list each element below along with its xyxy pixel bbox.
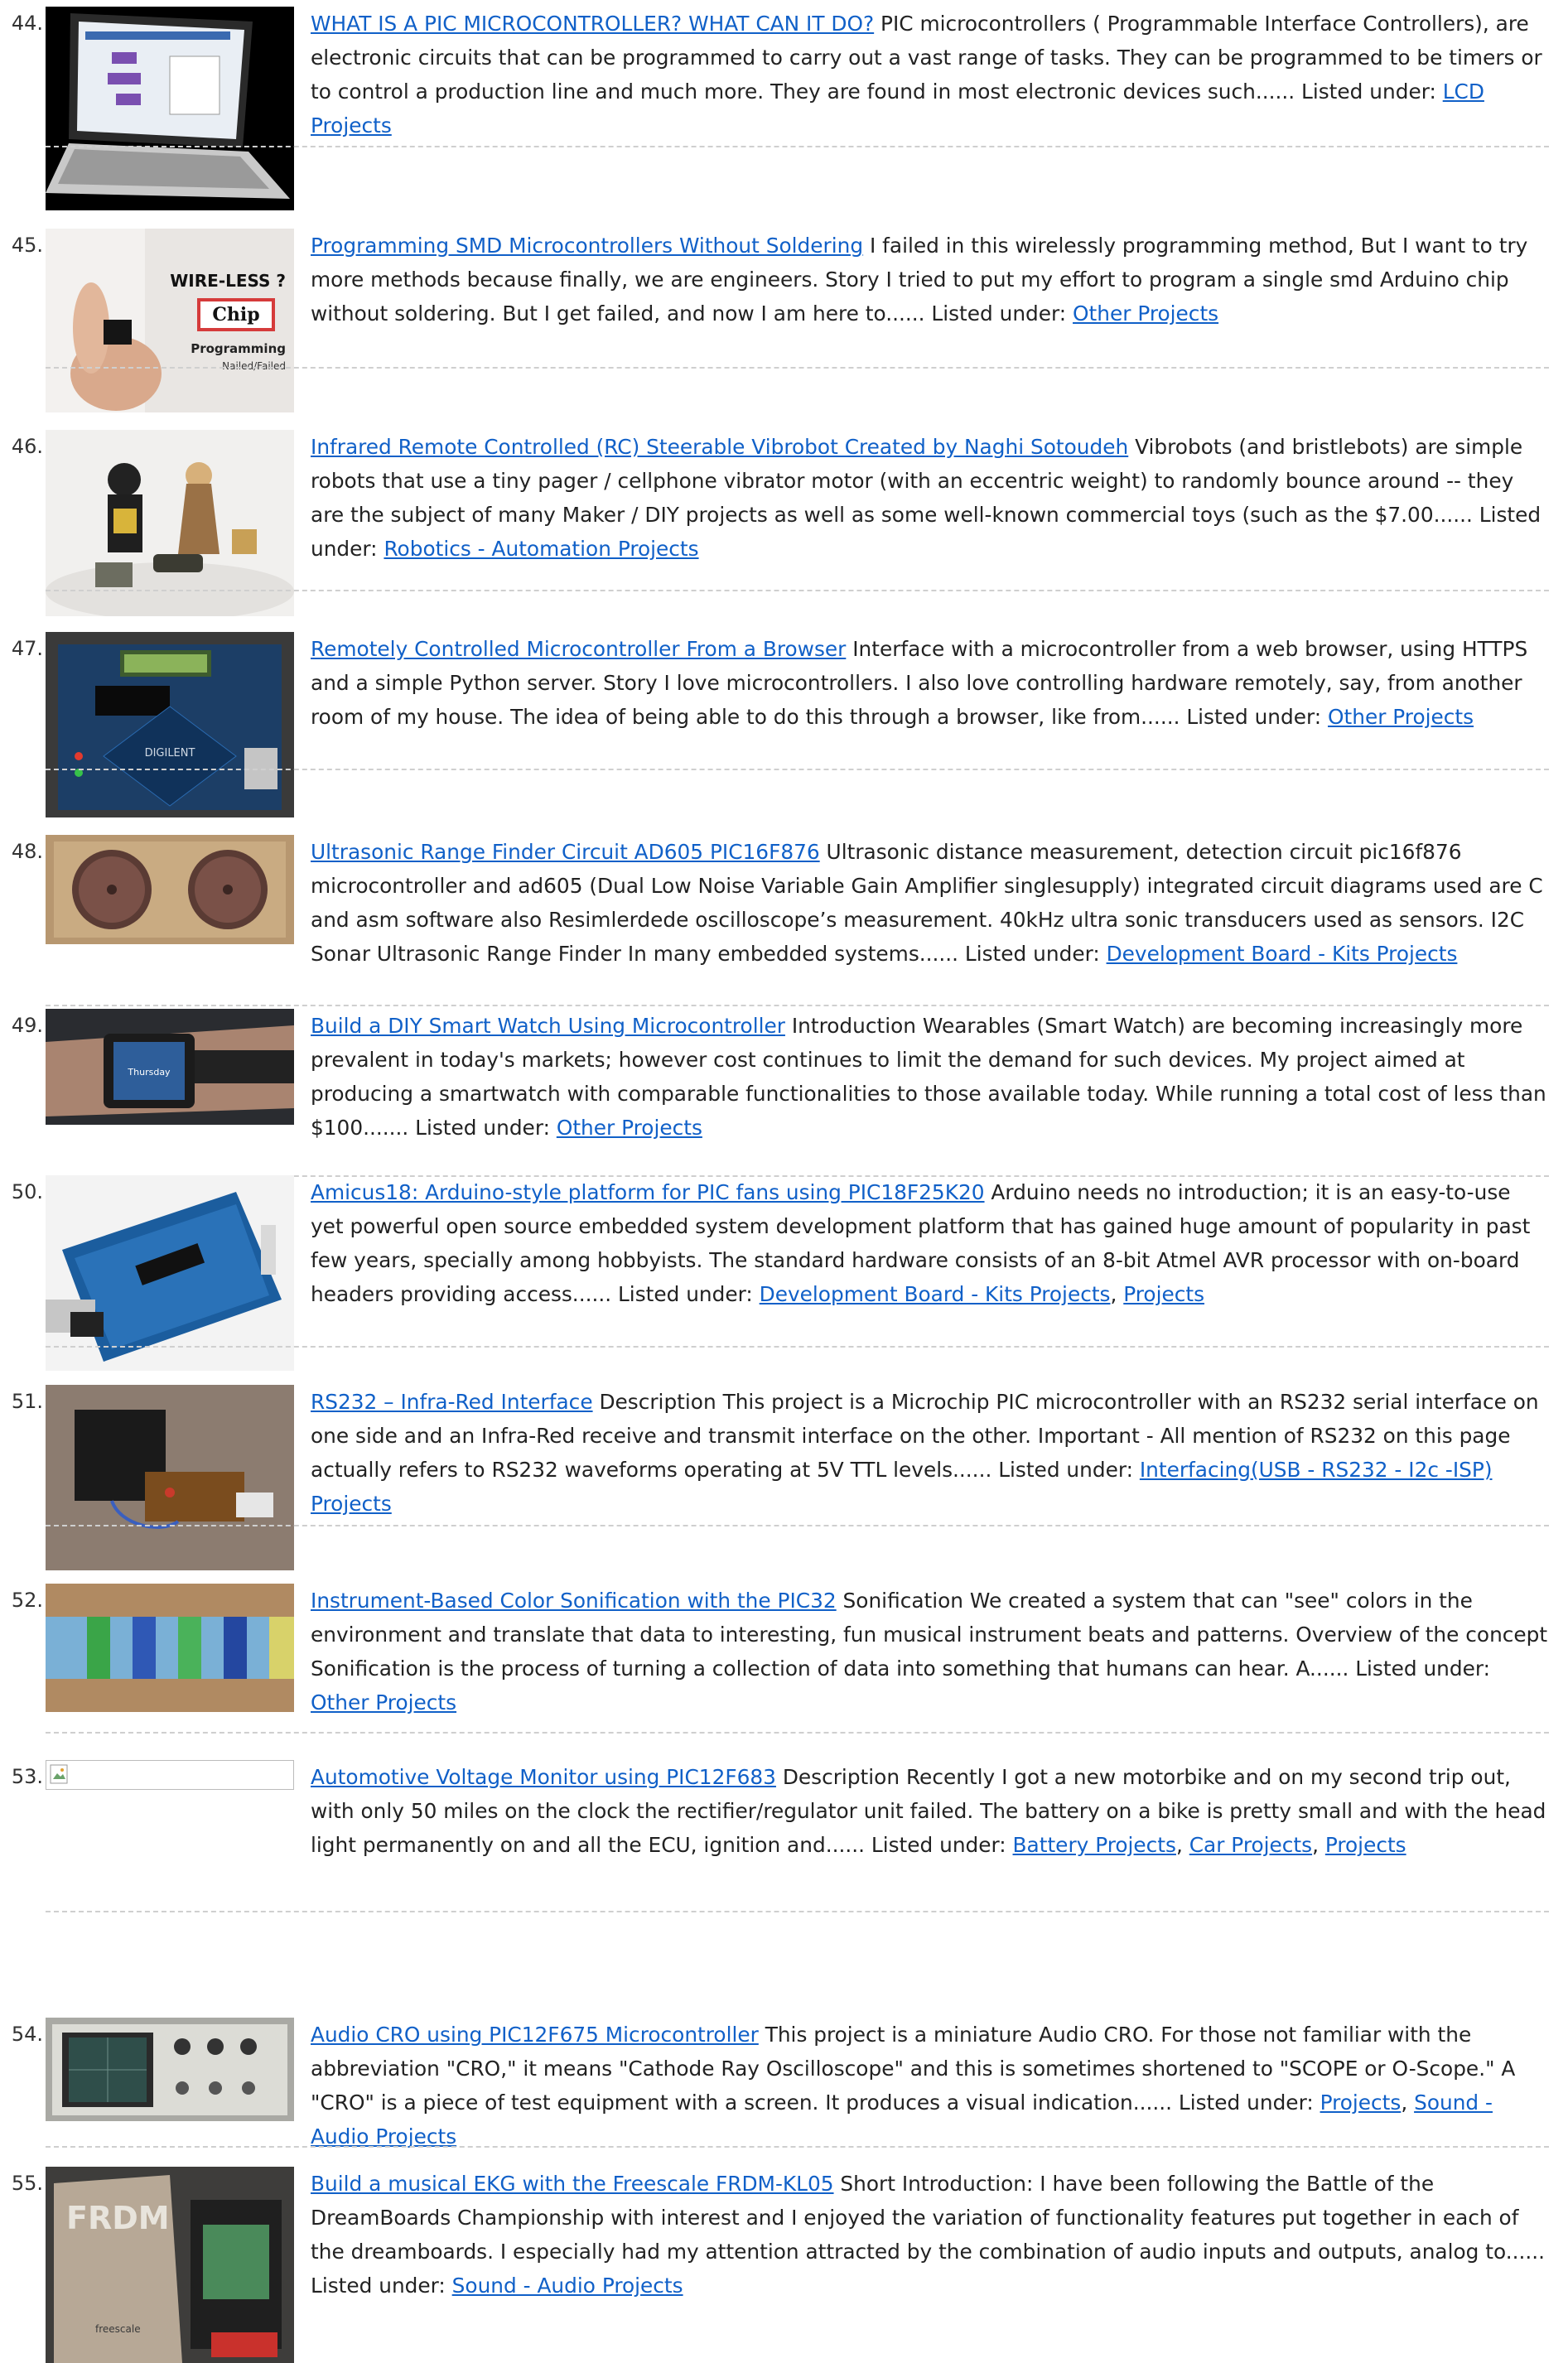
item-title-link[interactable]: Amicus18: Arduino-style platform for PIC…	[311, 1180, 985, 1204]
item-title-link[interactable]: WHAT IS A PIC MICROCONTROLLER? WHAT CAN …	[311, 12, 874, 36]
category-link[interactable]: Other Projects	[311, 1690, 456, 1714]
laptop-with-flowchart-icon[interactable]	[46, 7, 294, 210]
arduino-board-icon[interactable]	[46, 1175, 294, 1371]
item-divider	[46, 367, 1549, 369]
item-number: 54.	[11, 2023, 43, 2046]
item-title-link[interactable]: Programming SMD Microcontrollers Without…	[311, 234, 863, 258]
item-divider	[46, 146, 1549, 147]
item-title-link[interactable]: Build a DIY Smart Watch Using Microcontr…	[311, 1014, 785, 1038]
item-text: Instrument-Based Color Sonification with…	[311, 1584, 1549, 1719]
item-text: Audio CRO using PIC12F675 Microcontrolle…	[311, 2018, 1549, 2153]
item-text: Automotive Voltage Monitor using PIC12F6…	[311, 1760, 1549, 1862]
category-link[interactable]: Battery Projects	[1013, 1833, 1176, 1857]
item-divider	[46, 1911, 1549, 1912]
item-title-link[interactable]: RS232 – Infra-Red Interface	[311, 1390, 593, 1414]
category-link[interactable]: Sound - Audio Projects	[452, 2274, 683, 2298]
item-number: 53.	[11, 1765, 43, 1788]
ir-interface-icon[interactable]	[46, 1385, 294, 1570]
category-separator: ,	[1401, 2091, 1415, 2115]
item-text: WHAT IS A PIC MICROCONTROLLER? WHAT CAN …	[311, 7, 1549, 142]
item-title-link[interactable]: Infrared Remote Controlled (RC) Steerabl…	[311, 435, 1128, 459]
item-title-link[interactable]: Remotely Controlled Microcontroller From…	[311, 637, 846, 661]
item-divider	[46, 1732, 1549, 1734]
svg-text:WIRE-LESS ?: WIRE-LESS ?	[170, 271, 286, 291]
item-title-link[interactable]: Instrument-Based Color Sonification with…	[311, 1589, 837, 1613]
vibrobot-figures-icon[interactable]	[46, 430, 294, 616]
svg-text:Thursday: Thursday	[127, 1067, 171, 1078]
category-link[interactable]: Development Board - Kits Projects	[1107, 942, 1458, 966]
item-divider	[46, 1005, 1549, 1006]
item-number: 48.	[11, 840, 43, 863]
category-link[interactable]: Projects	[1123, 1282, 1204, 1306]
frdm-board-icon[interactable]: FRDM freescale	[46, 2167, 294, 2363]
color-wheel-icon[interactable]	[46, 1584, 294, 1712]
category-link[interactable]: Car Projects	[1189, 1833, 1312, 1857]
item-number: 55.	[11, 2172, 43, 2195]
category-link[interactable]: Robotics - Automation Projects	[384, 537, 698, 561]
svg-text:Nailed/Failed: Nailed/Failed	[222, 360, 286, 372]
item-number: 49.	[11, 1014, 43, 1037]
item-title-link[interactable]: Audio CRO using PIC12F675 Microcontrolle…	[311, 2023, 759, 2047]
item-number: 50.	[11, 1180, 43, 1203]
item-divider	[46, 2146, 1549, 2148]
category-link[interactable]: Development Board - Kits Projects	[760, 1282, 1111, 1306]
svg-text:FRDM: FRDM	[66, 2200, 170, 2236]
item-text: Infrared Remote Controlled (RC) Steerabl…	[311, 430, 1549, 566]
item-divider	[46, 769, 1549, 770]
svg-text:Programming: Programming	[191, 341, 286, 356]
svg-text:DIGILENT: DIGILENT	[145, 747, 195, 760]
item-title-link[interactable]: Automotive Voltage Monitor using PIC12F6…	[311, 1765, 776, 1789]
item-number: 45.	[11, 234, 43, 257]
item-divider	[46, 1346, 1549, 1348]
category-link[interactable]: Projects	[1320, 2091, 1402, 2115]
wireless-chip-icon[interactable]: WIRE-LESS ? Chip Programming Nailed/Fail…	[46, 229, 294, 412]
item-number: 44.	[11, 12, 43, 35]
smartwatch-icon[interactable]: Thursday	[46, 1009, 294, 1125]
item-number: 51.	[11, 1390, 43, 1413]
item-text: Build a musical EKG with the Freescale F…	[311, 2167, 1549, 2303]
oscilloscope-icon[interactable]	[46, 2018, 294, 2121]
item-text: Programming SMD Microcontrollers Without…	[311, 229, 1549, 330]
category-link[interactable]: Other Projects	[1073, 301, 1218, 326]
broken-image-icon[interactable]	[46, 1760, 294, 1790]
svg-text:Chip: Chip	[212, 304, 259, 326]
category-separator: ,	[1175, 1833, 1189, 1857]
item-number: 52.	[11, 1589, 43, 1612]
item-text: Ultrasonic Range Finder Circuit AD605 PI…	[311, 835, 1549, 971]
item-title-link[interactable]: Ultrasonic Range Finder Circuit AD605 PI…	[311, 840, 820, 864]
item-text: Remotely Controlled Microcontroller From…	[311, 632, 1549, 734]
category-link[interactable]: Other Projects	[1328, 705, 1474, 729]
item-number: 46.	[11, 435, 43, 458]
project-list: 44. WHAT IS A PIC MICROCONTROLLER? WHAT …	[0, 0, 1568, 2363]
category-separator: ,	[1110, 1282, 1124, 1306]
item-title-link[interactable]: Build a musical EKG with the Freescale F…	[311, 2172, 834, 2196]
item-text: Amicus18: Arduino-style platform for PIC…	[311, 1175, 1549, 1311]
ultrasonic-sensor-icon[interactable]	[46, 835, 294, 944]
svg-text:freescale: freescale	[95, 2323, 141, 2335]
item-text: RS232 – Infra-Red Interface Description …	[311, 1385, 1549, 1521]
category-link[interactable]: Projects	[1325, 1833, 1406, 1857]
dev-board-icon[interactable]: DIGILENT	[46, 632, 294, 817]
category-separator: ,	[1312, 1833, 1325, 1857]
category-link[interactable]: Other Projects	[557, 1116, 702, 1140]
item-number: 47.	[11, 637, 43, 660]
item-divider	[46, 1525, 1549, 1526]
item-text: Build a DIY Smart Watch Using Microcontr…	[311, 1009, 1549, 1145]
item-divider	[46, 590, 1549, 591]
